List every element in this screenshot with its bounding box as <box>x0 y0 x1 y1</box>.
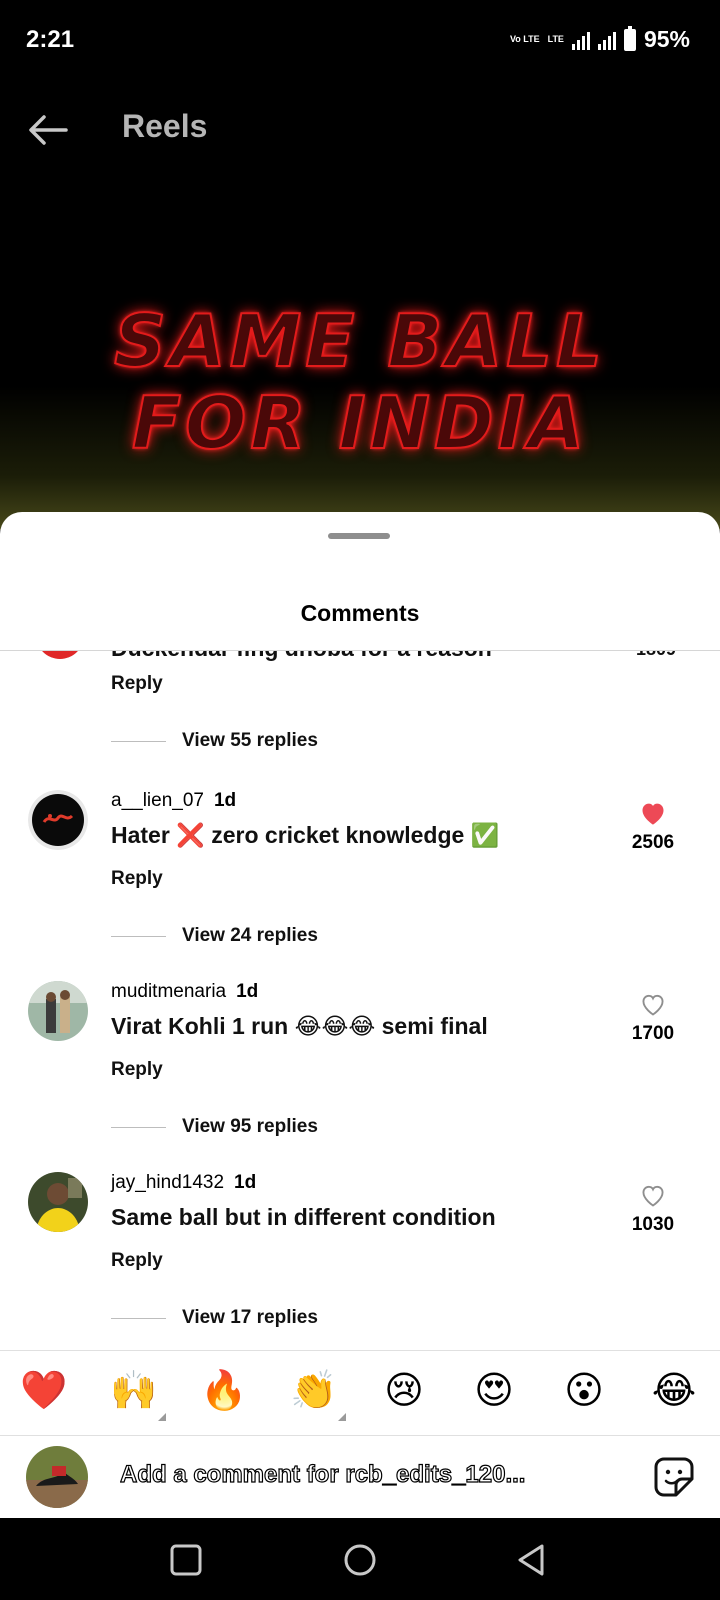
status-time: 2:21 <box>26 26 75 53</box>
comment-input[interactable]: Add a comment for rcb_edits_120... <box>120 1461 590 1489</box>
overlay-line-1: SAME BALL <box>113 299 606 383</box>
comment-age: 1d <box>234 1172 257 1193</box>
comment-meta: jay_hind1432 1d <box>111 1172 256 1194</box>
view-replies-button[interactable]: View 17 replies <box>111 1307 318 1329</box>
variant-corner-icon <box>338 1413 346 1421</box>
lte-icon: LTE <box>547 34 564 44</box>
comment-item: muditmenaria 1d Virat Kohli 1 run 😂😂😂 sem… <box>0 981 720 1171</box>
like-count: 2506 <box>631 832 675 853</box>
reply-button[interactable]: Reply <box>111 1250 163 1272</box>
comment-item: jay_hind1432 1d Same ball but in differen… <box>0 1172 720 1361</box>
heart-outline-icon[interactable] <box>639 991 667 1017</box>
view-replies-button[interactable]: View 95 replies <box>111 1116 318 1138</box>
raised-hands-emoji: 🙌 <box>110 1370 158 1412</box>
clap-emoji-button[interactable]: 👏 <box>286 1363 346 1421</box>
like-control: 1700 <box>618 981 688 1045</box>
comment-age: 1d <box>213 790 237 811</box>
replies-line <box>111 935 166 937</box>
volte-icon: Vo LTE <box>509 34 540 44</box>
username[interactable]: jay_hind1432 <box>111 1172 224 1193</box>
comment-text: Virat Kohli 1 run 😂😂😂 semi final <box>111 1013 488 1039</box>
like-control: 2506 <box>618 790 688 854</box>
heart-filled-icon[interactable] <box>639 800 667 826</box>
like-count: 1809 <box>636 651 676 660</box>
heart-eyes-emoji-button[interactable]: 😍 <box>466 1363 522 1419</box>
status-bar: 2:21 Vo LTE LTE 95% <box>0 0 720 84</box>
reel-video[interactable]: SAME BALL FOR INDIA <box>0 170 720 530</box>
battery-level: 95% <box>643 26 690 52</box>
avatar[interactable] <box>28 790 88 850</box>
replies-line <box>111 1126 166 1128</box>
reply-button[interactable]: Reply <box>111 673 163 695</box>
overlay-line-2: FOR INDIA <box>131 381 589 465</box>
page-title: Reels <box>122 108 208 144</box>
avatar[interactable] <box>28 981 88 1041</box>
status-icons: Vo LTE LTE 95% <box>509 25 690 53</box>
sheet-title: Comments <box>300 600 420 626</box>
comments-sheet: Comments Duckendar fing dhoba for a reas… <box>0 512 720 1518</box>
my-avatar <box>26 1446 88 1508</box>
system-nav-bar <box>0 1518 720 1600</box>
view-replies-label: View 55 replies <box>182 730 318 751</box>
back-nav-icon[interactable] <box>512 1540 552 1580</box>
avatar[interactable] <box>28 1172 88 1232</box>
emoji-quick-reactions: ❤️ 🙌 🔥 👏 😢 😍 😮 😂 <box>0 1350 720 1436</box>
comment-composer: Add a comment for rcb_edits_120... <box>0 1435 720 1518</box>
view-replies-label: View 95 replies <box>182 1116 318 1137</box>
view-replies-label: View 24 replies <box>182 925 318 946</box>
comment-age: 1d <box>236 981 259 1002</box>
laugh-emoji-button[interactable]: 😂 <box>646 1363 702 1419</box>
drag-handle[interactable] <box>328 533 390 539</box>
replies-line <box>111 1317 166 1319</box>
like-control: 1030 <box>618 1172 688 1236</box>
signal-2-icon <box>597 30 616 50</box>
avatar[interactable] <box>36 651 84 659</box>
back-arrow-icon[interactable] <box>24 106 72 154</box>
recents-icon[interactable] <box>166 1540 206 1580</box>
fire-emoji-button[interactable]: 🔥 <box>196 1363 252 1419</box>
comment-text: Same ball but in different condition <box>111 1204 496 1230</box>
reply-button[interactable]: Reply <box>111 868 163 890</box>
view-replies-label: View 17 replies <box>182 1307 318 1328</box>
username[interactable]: a__lien_07 <box>111 790 204 811</box>
comment-text: Hater ❌ zero cricket knowledge ✅ <box>111 822 500 848</box>
comment-meta: a__lien_07 1d <box>111 790 236 812</box>
heart-emoji-button[interactable]: ❤️ <box>16 1363 72 1419</box>
username[interactable]: muditmenaria <box>111 981 226 1002</box>
heart-outline-icon[interactable] <box>639 1182 667 1208</box>
raised-hands-emoji-button[interactable]: 🙌 <box>106 1363 166 1421</box>
video-overlay-text: SAME BALL FOR INDIA <box>0 299 720 465</box>
like-count: 1030 <box>631 1214 675 1235</box>
surprised-emoji-button[interactable]: 😮 <box>556 1363 612 1419</box>
home-icon[interactable] <box>340 1540 380 1580</box>
replies-line <box>111 740 166 742</box>
comment-meta: muditmenaria 1d <box>111 981 258 1003</box>
reply-button[interactable]: Reply <box>111 1059 163 1081</box>
comments-list[interactable]: Duckendar fing dhoba for a reason 1809 R… <box>0 651 720 1361</box>
comment-text: Duckendar fing dhoba for a reason <box>111 651 492 662</box>
view-replies-button[interactable]: View 55 replies <box>111 730 318 752</box>
battery-icon <box>623 25 636 51</box>
signal-icon <box>571 30 590 50</box>
variant-corner-icon <box>158 1413 166 1421</box>
sticker-icon[interactable] <box>652 1455 696 1499</box>
view-replies-button[interactable]: View 24 replies <box>111 925 318 947</box>
cry-emoji-button[interactable]: 😢 <box>376 1363 432 1419</box>
like-count: 1700 <box>631 1023 675 1044</box>
comment-item: a__lien_07 1d Hater ❌ zero cricket knowle… <box>0 790 720 980</box>
clap-emoji: 👏 <box>290 1370 338 1412</box>
